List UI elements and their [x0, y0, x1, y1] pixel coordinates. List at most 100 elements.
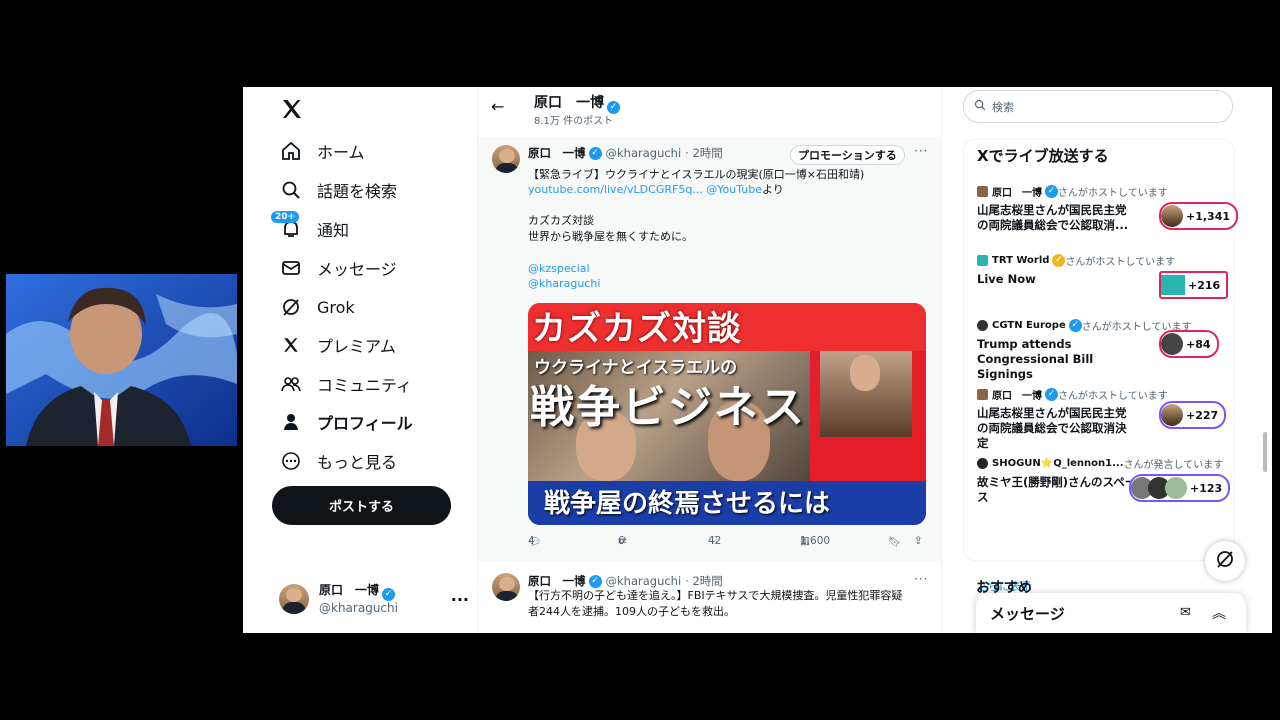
tweet-handle[interactable]: @kharaguchi	[606, 146, 682, 160]
live-item[interactable]: SHOGUN⭐Q_lennon1... さんが発言しています 故ミヤ王(勝野剛)さ…	[977, 456, 1231, 505]
listener-count[interactable]: +227	[1159, 401, 1227, 429]
share-icon[interactable]: ⇪	[914, 535, 923, 547]
webcam-video-frame	[6, 274, 237, 446]
post-button[interactable]: ポストする	[272, 486, 451, 525]
youtube-mention[interactable]: @YouTube	[706, 183, 762, 196]
media-main-text: 戦争ビジネス	[530, 382, 806, 433]
listener-count[interactable]: +216	[1159, 271, 1229, 299]
nav-item-home[interactable]: ホーム	[279, 136, 365, 166]
live-item-title: 山尾志桜里さんが国民民主党の両院議員総会で公認取消...	[977, 203, 1129, 232]
listener-avatar	[1161, 205, 1183, 227]
avatar[interactable]	[492, 145, 520, 173]
nav-item-notifications[interactable]: 20+ 通知	[271, 211, 349, 244]
media-title: カズカズ対談	[532, 309, 742, 349]
youtube-link[interactable]: youtube.com/live/vLDCGRF5q...	[528, 183, 703, 196]
count-text: +216	[1188, 278, 1221, 292]
nav-item-communities[interactable]: コミュニティ	[279, 369, 412, 399]
account-switcher[interactable]: 原口 一博 ✓ @kharaguchi ···	[279, 579, 469, 619]
host-role: さんがホストしています	[1058, 188, 1168, 199]
grok-floating-button[interactable]	[1205, 541, 1245, 581]
person-icon	[279, 410, 303, 434]
nav-item-grok[interactable]: Grok	[279, 292, 355, 322]
bookmark-icon[interactable]: 🔖︎	[888, 535, 901, 548]
verified-badge-icon: ✓	[382, 587, 396, 601]
more-circle-icon	[279, 449, 303, 473]
like-count: 42	[708, 535, 722, 547]
profile-title: 原口 一博 ✓	[534, 92, 620, 114]
tweet-time[interactable]: · 2時間	[685, 573, 723, 589]
mention-link[interactable]: @kharaguchi	[528, 276, 928, 291]
scrollbar[interactable]	[1263, 432, 1267, 472]
live-item[interactable]: 原口 一博 ✓ さんがホストしています 山尾志桜里さんが国民民主党の両院議員総会で公…	[977, 184, 1239, 233]
search-icon	[279, 178, 303, 202]
tweet-more-icon[interactable]: ···	[914, 144, 928, 158]
nav-item-profile[interactable]: プロフィール	[279, 407, 413, 437]
host-name: 原口 一博	[992, 188, 1042, 199]
count-text: +227	[1186, 408, 1219, 422]
tweet-line: 者244人を逮捕。109人の子どもを救出。	[528, 605, 735, 618]
live-item[interactable]: CGTN Europe ✓ さんがホストしています Trump attends Co…	[977, 318, 1227, 382]
messages-drawer[interactable]: メッセージ ✉ ︽	[976, 593, 1246, 633]
tweet-author-name[interactable]: 原口 一博	[528, 573, 586, 589]
post-count: 8.1万 件のポスト	[534, 116, 614, 127]
live-item-title: Live Now	[977, 272, 1036, 286]
tweet[interactable]: 原口 一博 ✓ @kharaguchi · 2時間 プロモーションする ··· …	[478, 137, 941, 561]
count-text: +123	[1190, 481, 1223, 495]
messages-drawer-title: メッセージ	[990, 605, 1065, 623]
nav-label: もっと見る	[317, 453, 398, 472]
media-bottom-text: 戦争屋の終焉させるには	[544, 489, 831, 519]
listener-count[interactable]: +123	[1129, 474, 1231, 502]
mail-icon	[279, 256, 303, 280]
media-face	[850, 355, 880, 391]
account-handle: @kharaguchi	[319, 600, 398, 615]
tweet-actions: 💬︎ 4 ⇄ 6 ♡ 42 ▥ 1,600 🔖︎ ⇪	[528, 535, 928, 553]
grok-icon	[279, 295, 303, 319]
listener-count[interactable]: +1,341	[1159, 202, 1239, 230]
host-role: さんがホストしています	[1065, 257, 1176, 268]
nav-item-more[interactable]: もっと見る	[279, 446, 397, 476]
reply-count: 4	[528, 535, 535, 547]
verified-badge-icon: ✓	[588, 146, 602, 160]
nav-label: Grok	[317, 297, 355, 317]
avatar[interactable]	[492, 573, 520, 601]
host-avatar	[977, 320, 988, 331]
tweet-author-name[interactable]: 原口 一博	[528, 145, 586, 161]
nav-item-messages[interactable]: メッセージ	[279, 253, 397, 283]
mention-link[interactable]: @kzspecial	[528, 261, 928, 276]
live-item[interactable]: 原口 一博 ✓ さんがホストしています 山尾志桜里さんが国民民主党の両院議員総会で公…	[977, 387, 1227, 451]
nav-item-explore[interactable]: 話題を検索	[279, 175, 397, 205]
nav-item-premium[interactable]: プレミアム	[279, 330, 396, 360]
tweet-line: 【緊急ライブ】ウクライナとイスラエルの現実(原口一博×石田和靖)	[528, 168, 865, 181]
verified-badge-icon: ✓	[1068, 319, 1082, 332]
tweet-handle[interactable]: @kharaguchi	[606, 574, 682, 588]
x-logo-icon[interactable]	[280, 97, 306, 123]
tweet[interactable]: 原口 一博 ✓ @kharaguchi · 2時間 ··· 【行方不明の子ども達…	[478, 565, 941, 633]
nav-label: ホーム	[317, 143, 365, 162]
account-more-icon[interactable]: ···	[451, 590, 469, 609]
promote-button[interactable]: プロモーションする	[790, 145, 905, 165]
left-nav: ホーム 話題を検索 20+ 通知 メッセージ Grok プレミアム コミュニティ	[243, 87, 476, 633]
nav-label: プレミアム	[317, 337, 396, 356]
home-icon	[279, 139, 303, 163]
back-arrow-icon[interactable]: ←	[491, 97, 504, 116]
tweet-link-suffix: より	[762, 183, 784, 196]
browser-screen: ホーム 話題を検索 20+ 通知 メッセージ Grok プレミアム コミュニティ	[243, 87, 1272, 633]
tweet-header: 原口 一博 ✓ @kharaguchi · 2時間	[528, 573, 723, 589]
search-input[interactable]: 検索	[963, 90, 1233, 123]
listener-count[interactable]: +84	[1159, 330, 1219, 358]
x-icon	[279, 333, 303, 357]
live-item[interactable]: TRT World ✓ さんがホストしています Live Now +216	[977, 253, 1229, 299]
new-message-icon[interactable]: ✉	[1180, 605, 1191, 620]
tweet-media-thumbnail[interactable]: カズカズ対談 ウクライナとイスラエルの 戦争ビジネス 戦争屋の終焉させるには	[528, 303, 926, 525]
tweet-time[interactable]: · 2時間	[685, 145, 723, 161]
tweet-more-icon[interactable]: ···	[914, 572, 928, 586]
expand-chevron-icon[interactable]: ︽	[1212, 603, 1226, 623]
host-avatar	[977, 458, 988, 469]
host-role: さんが発言しています	[1123, 460, 1224, 471]
host-avatar	[977, 389, 988, 400]
host-name: SHOGUN⭐Q_lennon1...	[992, 458, 1124, 469]
search-placeholder: 検索	[992, 100, 1014, 114]
nav-label: プロフィール	[317, 414, 413, 433]
verified-badge-icon: ✓	[1052, 254, 1066, 267]
avatar	[279, 584, 309, 614]
